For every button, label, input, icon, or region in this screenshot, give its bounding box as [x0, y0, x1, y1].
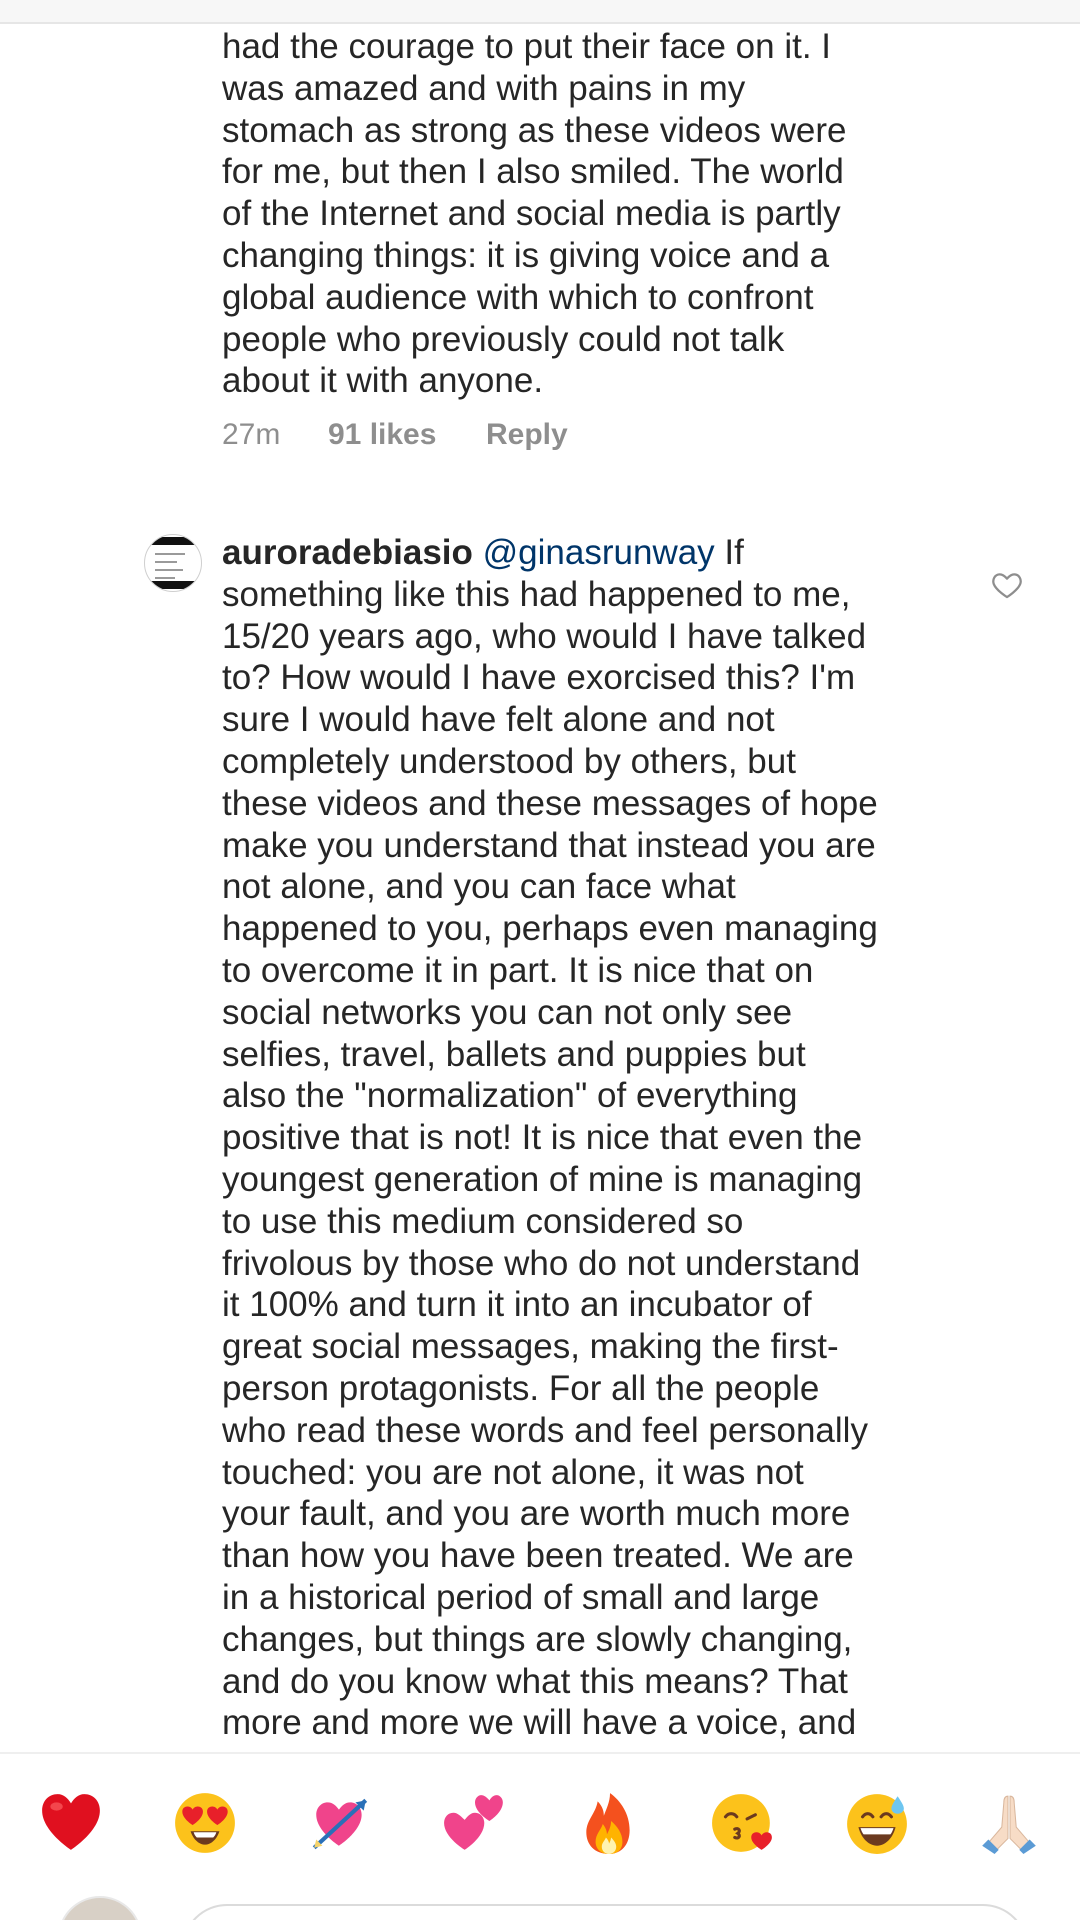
avatar[interactable]: [144, 534, 202, 592]
emoji-reaction-bar: [0, 1752, 1080, 1920]
comment-body: had the courage to put their face on it.…: [222, 27, 847, 401]
comment-username[interactable]: auroradebiasio: [222, 533, 473, 572]
grinning-face-with-sweat-emoji-button[interactable]: [844, 1790, 910, 1856]
comment-likes-link[interactable]: 91 likes: [328, 418, 486, 452]
comment-text: If something like this had happened to m…: [222, 533, 878, 1743]
comment-body: auroradebiasio @ginasrunway If something…: [222, 532, 962, 1744]
red-heart-emoji-button[interactable]: [38, 1790, 104, 1856]
heart-eyes-emoji-button[interactable]: [172, 1790, 238, 1856]
comment-input[interactable]: [182, 1904, 1028, 1920]
heart-with-arrow-emoji-button[interactable]: [308, 1790, 374, 1856]
comment-timestamp: 27m: [222, 418, 281, 451]
fire-emoji-button[interactable]: [576, 1790, 642, 1856]
two-hearts-emoji-button[interactable]: [442, 1790, 508, 1856]
comment-compose-row: [0, 1896, 1080, 1920]
comment-meta: 27m 91 likes Reply: [222, 418, 568, 452]
mention-link[interactable]: @ginasrunway: [483, 533, 715, 572]
reply-button[interactable]: Reply: [486, 418, 568, 452]
current-user-avatar: [58, 1896, 142, 1920]
folded-hands-emoji-button[interactable]: [976, 1790, 1042, 1856]
top-divider: [0, 0, 1080, 24]
heart-outline-icon[interactable]: [990, 568, 1024, 602]
comments-screen: had the courage to put their face on it.…: [0, 0, 1080, 1920]
face-blowing-kiss-emoji-button[interactable]: [710, 1790, 776, 1856]
